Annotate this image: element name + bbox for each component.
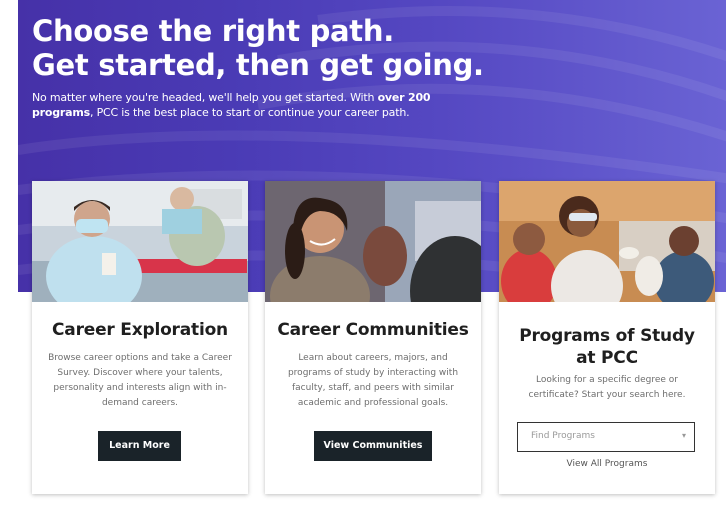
card-career-communities: Career Communities Learn about careers, …: [265, 181, 481, 494]
view-all-programs-link[interactable]: View All Programs: [499, 459, 715, 469]
career-communities-photo: [265, 181, 481, 302]
chevron-down-icon: ▾: [681, 431, 686, 440]
card-description: Looking for a specific degree or certifi…: [528, 375, 686, 400]
card-title: Career Exploration: [52, 320, 228, 340]
hero-title-line-2: Get started, then get going.: [32, 48, 484, 82]
view-communities-button[interactable]: View Communities: [314, 431, 432, 461]
card-title: Programs of Study at PCC: [499, 325, 715, 369]
hero-subtitle-text: No matter where you're headed, we'll hel…: [32, 91, 378, 104]
card-description: Browse career options and take a Career …: [48, 353, 232, 408]
card-title: Career Communities: [277, 320, 469, 340]
hero-title-line-1: Choose the right path.: [32, 14, 394, 48]
hero-subtitle: No matter where you're headed, we'll hel…: [32, 90, 472, 120]
career-exploration-photo: [32, 181, 248, 302]
card-description: Learn about careers, majors, and program…: [287, 353, 459, 408]
find-programs-placeholder: Find Programs: [531, 431, 595, 441]
card-title-line-1: Programs of Study: [519, 326, 695, 346]
find-programs-select[interactable]: Find Programs ▾: [517, 422, 695, 452]
learn-more-button[interactable]: Learn More: [98, 431, 181, 461]
hero-title: Choose the right path. Get started, then…: [32, 14, 484, 82]
page: Choose the right path. Get started, then…: [0, 0, 726, 509]
hero-subtitle-text-end: , PCC is the best place to start or cont…: [90, 106, 410, 119]
programs-of-study-photo: [499, 181, 715, 302]
card-title-line-2: at PCC: [576, 348, 638, 368]
card-career-exploration: Career Exploration Browse career options…: [32, 181, 248, 494]
card-programs-of-study: Programs of Study at PCC Looking for a s…: [499, 181, 715, 494]
